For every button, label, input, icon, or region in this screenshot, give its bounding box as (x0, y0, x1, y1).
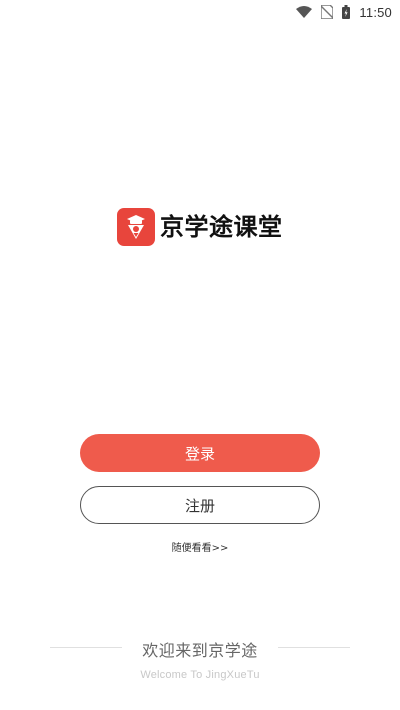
login-button[interactable]: 登录 (80, 434, 320, 472)
register-button-label: 注册 (184, 496, 215, 515)
welcome-screen: 11:50 京学途课堂 登录 注册 随便看看>> 欢迎来到京学途 Welcome… (0, 0, 400, 710)
login-button-label: 登录 (184, 444, 215, 463)
no-sim-icon (321, 5, 334, 19)
battery-icon (342, 5, 351, 19)
app-name: 京学途课堂 (160, 212, 283, 241)
welcome-text: 欢迎来到京学途 (142, 641, 258, 660)
wifi-icon (296, 6, 313, 18)
welcome-text-english: Welcome To JingXueTu (140, 669, 260, 681)
app-logo: 京学途课堂 (117, 208, 283, 246)
status-bar: 11:50 (0, 0, 400, 24)
browse-link[interactable]: 随便看看>> (0, 539, 400, 554)
graduate-logo-icon (117, 208, 155, 246)
status-icons: 11:50 (296, 2, 392, 22)
register-button[interactable]: 注册 (80, 486, 320, 524)
status-time: 11:50 (359, 4, 392, 20)
